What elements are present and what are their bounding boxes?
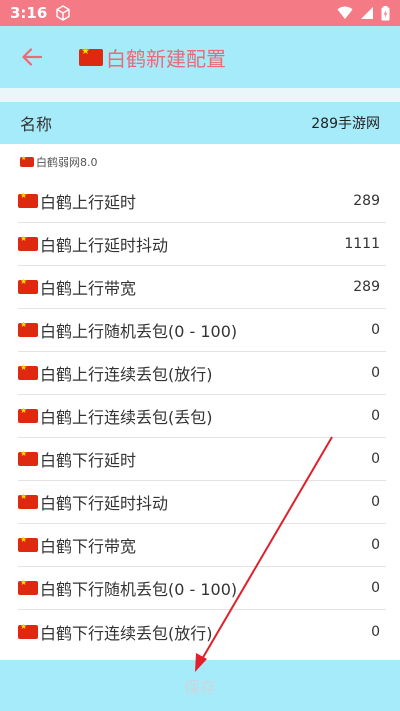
- setting-value: 289: [353, 279, 380, 295]
- signal-icon: [361, 7, 373, 19]
- status-icons: [337, 5, 390, 21]
- setting-row-uplink-random-loss[interactable]: 白鹤上行随机丢包(0 - 100) 0: [18, 309, 386, 352]
- back-arrow-icon: [22, 48, 42, 66]
- china-flag-icon: [20, 155, 34, 167]
- setting-value: 289: [353, 193, 380, 209]
- setting-value: 0: [371, 365, 380, 381]
- status-time: 3:16: [10, 4, 48, 22]
- china-flag-icon: [79, 46, 103, 66]
- wifi-icon: [337, 6, 353, 19]
- section-header-text: 白鹤弱网8.0: [36, 156, 98, 169]
- save-button-label: 保存: [183, 677, 216, 697]
- setting-value: 0: [371, 537, 380, 553]
- china-flag-icon: [18, 191, 38, 208]
- save-button[interactable]: 保存: [0, 660, 400, 711]
- setting-label: 白鹤下行延时抖动: [18, 490, 168, 514]
- setting-label-text: 白鹤上行随机丢包(0 - 100): [40, 322, 238, 341]
- divider: [0, 88, 400, 102]
- app-bar: 白鹤新建配置: [0, 26, 400, 88]
- setting-row-downlink-burst-pass[interactable]: 白鹤下行连续丢包(放行) 0: [18, 610, 386, 653]
- battery-icon: [381, 5, 390, 20]
- setting-value: 0: [371, 494, 380, 510]
- name-field-value[interactable]: 289手游网: [311, 113, 380, 133]
- name-field-label: 名称: [20, 115, 53, 134]
- china-flag-icon: [18, 277, 38, 294]
- china-flag-icon: [18, 578, 38, 595]
- setting-label: 白鹤上行延时: [18, 189, 136, 213]
- setting-label-text: 白鹤上行连续丢包(放行): [40, 365, 213, 384]
- page-title: 白鹤新建配置: [79, 43, 226, 72]
- settings-list: 白鹤上行延时 289 白鹤上行延时抖动 1111 白鹤上行带宽 289 白鹤上行…: [18, 180, 386, 653]
- setting-value: 0: [371, 580, 380, 596]
- setting-label-text: 白鹤上行带宽: [40, 279, 137, 298]
- page-title-text: 白鹤新建配置: [106, 46, 226, 71]
- setting-value: 0: [371, 322, 380, 338]
- setting-label-text: 白鹤下行带宽: [40, 537, 137, 556]
- cube-icon: [56, 5, 71, 21]
- setting-value: 0: [371, 408, 380, 424]
- setting-value: 0: [371, 451, 380, 467]
- setting-label-text: 白鹤上行连续丢包(丢包): [40, 408, 213, 427]
- setting-label-text: 白鹤下行延时抖动: [40, 494, 169, 513]
- setting-row-uplink-jitter[interactable]: 白鹤上行延时抖动 1111: [18, 223, 386, 266]
- china-flag-icon: [18, 320, 38, 337]
- setting-label-text: 白鹤上行延时: [40, 193, 137, 212]
- setting-row-downlink-jitter[interactable]: 白鹤下行延时抖动 0: [18, 481, 386, 524]
- setting-label: 白鹤上行连续丢包(放行): [18, 361, 213, 385]
- china-flag-icon: [18, 535, 38, 552]
- setting-label-text: 白鹤上行延时抖动: [40, 236, 169, 255]
- setting-label: 白鹤下行带宽: [18, 533, 136, 557]
- setting-row-uplink-burst-drop[interactable]: 白鹤上行连续丢包(丢包) 0: [18, 395, 386, 438]
- setting-row-downlink-bandwidth[interactable]: 白鹤下行带宽 0: [18, 524, 386, 567]
- china-flag-icon: [18, 234, 38, 251]
- setting-label: 白鹤下行随机丢包(0 - 100): [18, 576, 237, 600]
- setting-label-text: 白鹤下行连续丢包(放行): [40, 623, 213, 643]
- section-header: 白鹤弱网8.0: [20, 154, 98, 170]
- setting-label-text: 白鹤下行随机丢包(0 - 100): [40, 580, 238, 599]
- setting-label: 白鹤下行延时: [18, 447, 136, 471]
- china-flag-icon: [18, 363, 38, 380]
- setting-row-uplink-burst-pass[interactable]: 白鹤上行连续丢包(放行) 0: [18, 352, 386, 395]
- name-field-row[interactable]: 名称 289手游网: [0, 102, 400, 144]
- china-flag-icon: [18, 449, 38, 466]
- setting-label: 白鹤上行连续丢包(丢包): [18, 404, 213, 428]
- setting-row-uplink-delay[interactable]: 白鹤上行延时 289: [18, 180, 386, 223]
- china-flag-icon: [18, 406, 38, 423]
- china-flag-icon: [18, 622, 38, 639]
- status-bar: 3:16: [0, 0, 400, 26]
- setting-label-text: 白鹤下行延时: [40, 451, 137, 470]
- china-flag-icon: [18, 492, 38, 509]
- back-button[interactable]: [12, 37, 52, 77]
- setting-row-downlink-random-loss[interactable]: 白鹤下行随机丢包(0 - 100) 0: [18, 567, 386, 610]
- setting-label: 白鹤上行随机丢包(0 - 100): [18, 318, 237, 342]
- setting-row-downlink-delay[interactable]: 白鹤下行延时 0: [18, 438, 386, 481]
- setting-label: 白鹤下行连续丢包(放行): [18, 620, 213, 644]
- setting-value: 1111: [344, 236, 380, 252]
- setting-label: 白鹤上行带宽: [18, 275, 136, 299]
- setting-value: 0: [371, 623, 380, 640]
- setting-row-uplink-bandwidth[interactable]: 白鹤上行带宽 289: [18, 266, 386, 309]
- setting-label: 白鹤上行延时抖动: [18, 232, 168, 256]
